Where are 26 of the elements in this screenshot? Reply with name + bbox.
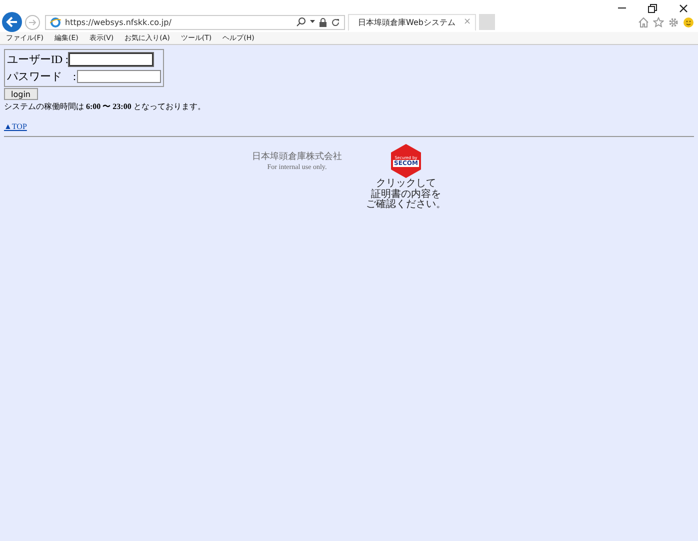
- field-label: パスワード :: [7, 70, 76, 84]
- browser-tab[interactable]: 日本埠頭倉庫Webシステム ×: [348, 14, 476, 30]
- field-label: ユーザーID :: [7, 53, 68, 67]
- search-icon[interactable]: [296, 17, 306, 27]
- browser-logo-icon: [50, 16, 61, 28]
- seal-caption: クリックして 証明書の内容を ご確認ください。: [366, 179, 446, 210]
- settings-icon[interactable]: [668, 16, 679, 28]
- restore-icon[interactable]: [648, 4, 657, 12]
- login-button[interactable]: login: [4, 88, 38, 100]
- password-field[interactable]: [77, 70, 162, 83]
- smiley-icon[interactable]: [683, 16, 694, 28]
- lock-icon: [319, 18, 327, 26]
- company-name: 日本埠頭倉庫株式会社: [252, 150, 342, 163]
- star-icon[interactable]: [653, 16, 664, 28]
- close-icon[interactable]: [679, 4, 688, 12]
- url-text: https://websys.nfskk.co.jp/: [65, 18, 172, 26]
- tab-title: 日本埠頭倉庫Webシステム: [358, 16, 456, 28]
- user-id-field[interactable]: [69, 53, 154, 66]
- back-icon[interactable]: [2, 12, 22, 32]
- caret-icon[interactable]: [310, 20, 315, 24]
- refresh-icon[interactable]: [331, 18, 340, 26]
- home-icon[interactable]: [638, 16, 649, 28]
- minimize-icon[interactable]: [618, 7, 626, 9]
- back-to-top-link[interactable]: ▲TOP: [4, 122, 27, 131]
- address-bar[interactable]: https://websys.nfskk.co.jp/: [45, 14, 345, 30]
- operating-hours-notice: システムの稼働時間は 6:00 〜 23:00 となっております。: [4, 101, 206, 112]
